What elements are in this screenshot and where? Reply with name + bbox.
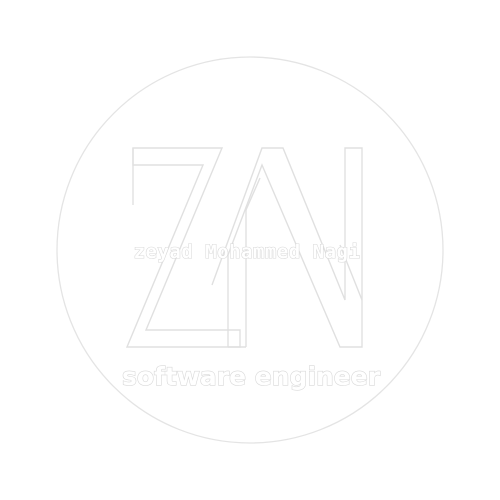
logo-emblem: zeyad Mohammed Nagi software engineer (56, 56, 444, 444)
owner-name-text: zeyad Mohammed Nagi (134, 241, 361, 263)
logo-canvas: zeyad Mohammed Nagi software engineer (0, 0, 500, 500)
owner-role-text: software engineer (122, 362, 381, 391)
